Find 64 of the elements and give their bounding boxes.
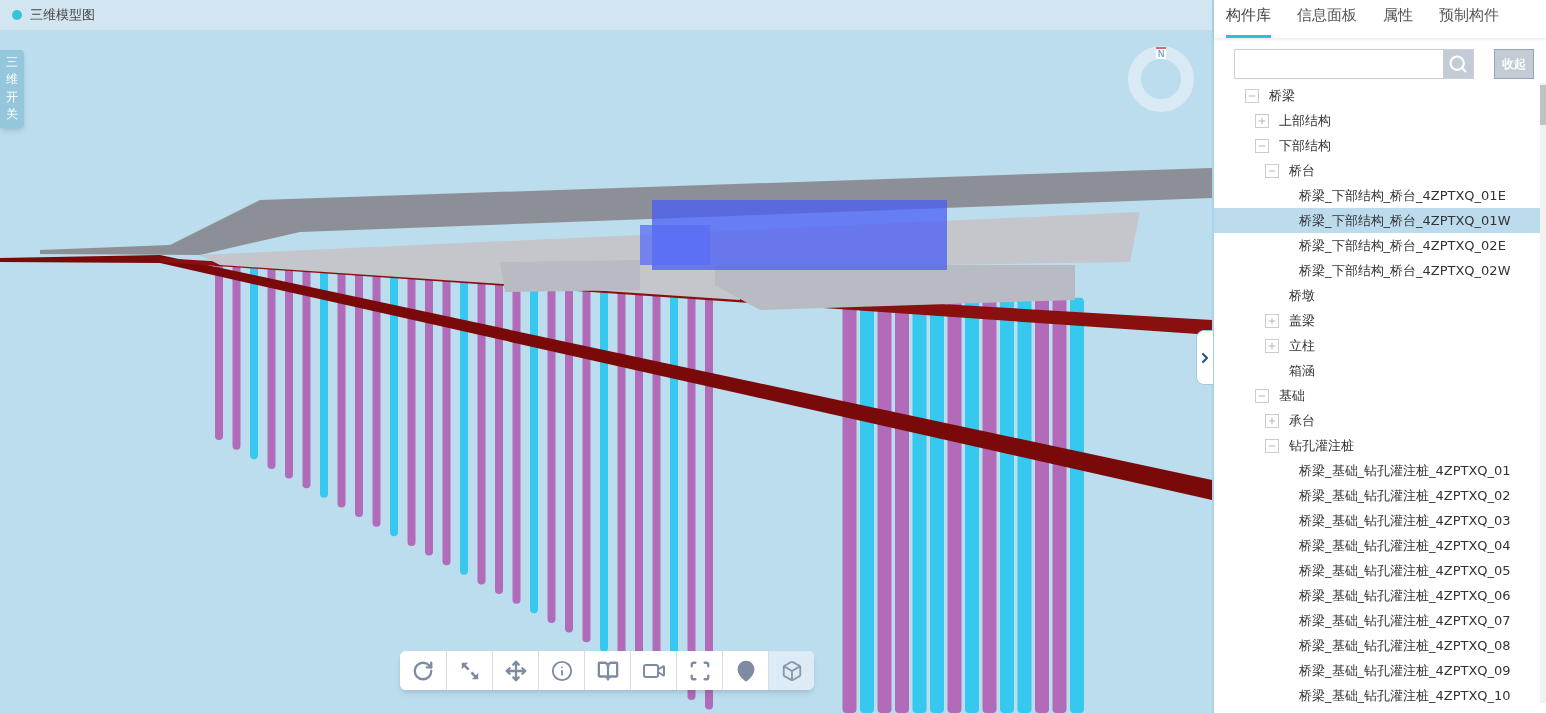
tree-item[interactable]: 桥梁_下部结构_桥台_4ZPTXQ_02W [1214,258,1540,283]
expand-toggle[interactable] [1265,338,1279,353]
toolbar-button[interactable] [538,651,584,690]
tree-item[interactable]: 桥梁_基础_钻孔灌注桩_4ZPTXQ_09 [1214,658,1540,683]
tree-item[interactable]: 桥梁_基础_钻孔灌注桩_4ZPTXQ_03 [1214,508,1540,533]
toolbar-button[interactable] [400,651,446,690]
move-icon [504,659,527,682]
fullscreen-icon [688,659,711,682]
tree-item[interactable]: 桥梁_基础_钻孔灌注桩_4ZPTXQ_02 [1214,483,1540,508]
collapse-toggle[interactable] [1255,388,1269,403]
plus-icon [1267,340,1277,351]
toolbar-button[interactable] [584,651,630,690]
expand-toggle[interactable] [1265,413,1279,428]
panel-tab[interactable]: 信息面板 [1297,0,1357,38]
toolbar-button[interactable] [722,651,768,690]
info-icon [550,659,573,682]
tree-item[interactable]: 上部结构 [1214,108,1540,133]
tree-item[interactable]: 盖梁 [1214,308,1540,333]
expand-panel-button[interactable] [1196,330,1214,385]
compass-north-label: N [1155,47,1167,59]
toolbar-button[interactable] [768,651,814,690]
expand-toggle[interactable] [1255,113,1269,128]
scrollbar[interactable] [1540,83,1546,703]
search-field[interactable] [1234,49,1474,79]
viewer-title: 三维模型图 [30,6,95,25]
tree-item[interactable]: 桥梁_基础_钻孔灌注桩_4ZPTXQ_05 [1214,558,1540,583]
compass[interactable]: N [1128,46,1194,112]
plus-icon [1257,115,1267,126]
collapse-toggle[interactable] [1255,138,1269,153]
tree-item[interactable]: 桥台 [1214,158,1540,183]
panel-tab[interactable]: 属性 [1383,0,1413,38]
expand-toggle[interactable] [1265,313,1279,328]
tree-item[interactable]: 桥梁_基础_钻孔灌注桩_4ZPTXQ_08 [1214,633,1540,658]
toolbar-button[interactable] [630,651,676,690]
toolbar-button[interactable] [446,651,492,690]
tree-item[interactable]: 桥梁 [1214,83,1540,108]
tree-item[interactable]: 箱涵 [1214,358,1540,383]
toolbar-button[interactable] [492,651,538,690]
tree-item[interactable]: 桥梁_基础_钻孔灌注桩_4ZPTXQ_01 [1214,458,1540,483]
cube-icon [780,659,803,682]
tree-item[interactable]: 下部结构 [1214,133,1540,158]
tree-item[interactable]: 基础 [1214,383,1540,408]
tree-item[interactable]: 桥梁_基础_钻孔灌注桩_4ZPTXQ_06 [1214,583,1540,608]
tree-item[interactable]: 桥梁_基础_钻孔灌注桩_4ZPTXQ_10 [1214,683,1540,708]
tree-item[interactable]: 立柱 [1214,333,1540,358]
collapse-toggle[interactable] [1265,163,1279,178]
plus-icon [1267,415,1277,426]
tree-item[interactable]: 桥梁_基础_钻孔灌注桩_4ZPTXQ_07 [1214,608,1540,633]
collapse-toggle[interactable] [1265,438,1279,453]
plus-icon [1267,315,1277,326]
tree-item[interactable]: 钻孔灌注桩 [1214,433,1540,458]
tree-item[interactable]: 桥梁_下部结构_桥台_4ZPTXQ_01E [1214,183,1540,208]
collapse-toggle[interactable] [1245,88,1259,103]
tree-item[interactable]: 承台 [1214,408,1540,433]
tree-item[interactable]: 桥梁_下部结构_桥台_4ZPTXQ_01W [1214,208,1540,233]
search-icon-button[interactable] [1443,50,1473,78]
tree-item[interactable]: 桥梁_基础_钻孔灌注桩_4ZPTXQ_04 [1214,533,1540,558]
search-icon [1448,54,1468,74]
panel-tab[interactable]: 构件库 [1226,0,1271,38]
tree-item[interactable]: 桥墩 [1214,283,1540,308]
toolbar-button[interactable] [676,651,722,690]
panel-tab[interactable]: 预制构件 [1439,0,1499,38]
tree-item[interactable]: 桥梁_下部结构_桥台_4ZPTXQ_02E [1214,233,1540,258]
rotate-icon [412,659,434,682]
